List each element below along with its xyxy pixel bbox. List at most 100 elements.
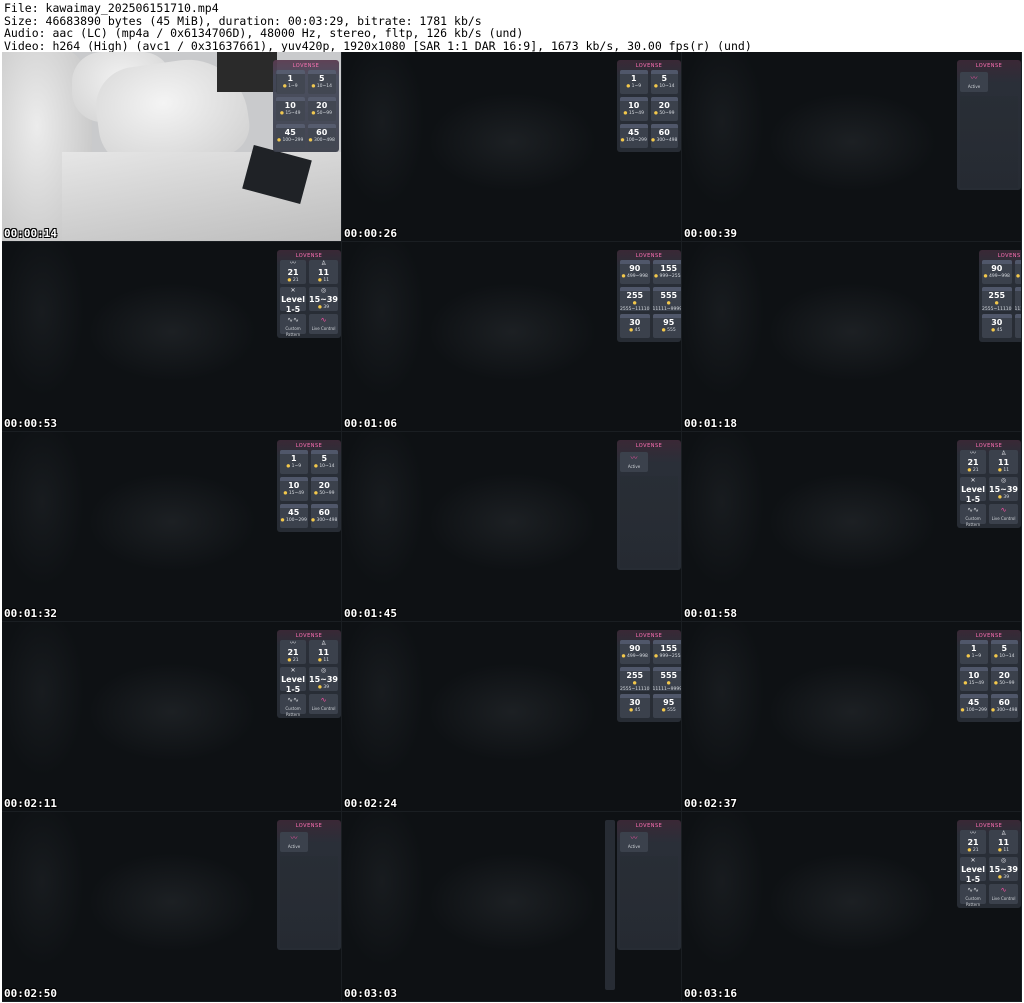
level-value: 5	[318, 74, 325, 83]
level-cell: 60300~498	[990, 694, 1018, 718]
level-value: 255	[626, 671, 644, 680]
special-cell: 〰2121	[960, 830, 987, 854]
token-range: 50~99	[308, 111, 337, 117]
lovense-panel: LOVENSE11~9510~141015~492050~9945100~299…	[617, 60, 681, 152]
video-thumbnail: LOVENSE〰2121♙1111✕Level 1-531◎15~3939∿∿C…	[2, 242, 342, 432]
special-value: 15~39	[989, 865, 1018, 874]
brand-label: LOVENSE	[635, 253, 663, 259]
video-thumbnail: LOVENSE〰2121♙1111✕Level 1-531◎15~3939∿∿C…	[2, 622, 342, 812]
video-thumbnail: LOVENSE 〰 Active 00:01:45	[342, 432, 682, 622]
level-cell: 3045	[620, 314, 650, 338]
special-tokens: 11	[989, 468, 1018, 474]
special-value: 15~39	[309, 675, 338, 684]
level-cell: 1015~49	[620, 97, 648, 121]
token-range: 1~9	[280, 464, 308, 470]
level-value: 60	[316, 128, 328, 137]
level-value: 95	[663, 698, 675, 707]
wave-icon: 〰	[630, 834, 638, 842]
token-range: 100~299	[280, 518, 308, 524]
brand-label: LOVENSE	[295, 253, 323, 259]
pattern-icon: ∿∿	[967, 506, 979, 514]
command-icon: ✕	[970, 477, 976, 484]
timestamp-label: 00:01:18	[684, 417, 737, 430]
timestamp-label: 00:02:50	[4, 987, 57, 1000]
level-cell: 11~9	[276, 70, 305, 94]
brand-label: LOVENSE	[635, 823, 663, 829]
token-range: 100~299	[276, 138, 305, 144]
active-label: Active	[627, 464, 641, 469]
panel-body	[620, 476, 678, 568]
video-thumbnail: LOVENSE11~9510~141015~492050~9945100~299…	[2, 432, 342, 622]
live-control-icon: ∿	[320, 316, 327, 324]
video-thumbnail: LOVENSE 〰 Active 00:00:39	[682, 52, 1022, 242]
live-control-label: Live Control	[991, 896, 1016, 901]
special-tokens: 21	[960, 848, 986, 854]
active-pattern-card: 〰 Active	[960, 72, 988, 92]
video-thumbnail: LOVENSE90499~998155999~25542552555~11110…	[682, 242, 1022, 432]
level-value: 20	[318, 481, 330, 490]
level-cell: 1015~49	[276, 97, 305, 121]
level-value: 20	[658, 101, 670, 110]
token-range: 10~14	[991, 654, 1019, 660]
special-tokens: 21	[960, 468, 986, 474]
token-range: 499~998	[982, 274, 1012, 280]
custom-pattern-label: Custom Pattern	[285, 706, 301, 717]
token-range: 10~14	[651, 84, 679, 90]
level-cell: 55511111~99999	[1014, 287, 1021, 312]
lovense-panel: LOVENSE〰2121♙1111✕Level 1-531◎15~3939∿∿C…	[277, 630, 341, 718]
level-value: 5	[661, 74, 668, 83]
level-value: 5	[1001, 644, 1008, 653]
brand-label: LOVENSE	[975, 443, 1003, 449]
timestamp-label: 00:01:32	[4, 607, 57, 620]
special-cell: ♙1111	[989, 830, 1018, 854]
custom-pattern-label: Custom Pattern	[965, 896, 981, 907]
special-tokens: 21	[280, 658, 306, 664]
level-value: 90	[991, 264, 1003, 273]
token-range: 300~498	[651, 138, 679, 144]
level-value: 555	[1015, 291, 1021, 301]
level-cell: 155999~2554	[652, 640, 681, 664]
brand-label: LOVENSE	[635, 633, 663, 639]
token-range: 45	[620, 328, 650, 334]
token-range: 15~49	[620, 111, 648, 117]
timestamp-label: 00:03:03	[344, 987, 397, 1000]
lovense-panel: LOVENSE 〰 Active	[957, 60, 1021, 190]
special-value: Level 1-5	[281, 675, 305, 694]
panel-body	[280, 856, 338, 948]
special-tokens: 11	[309, 278, 338, 284]
live-control-icon: ∿	[1000, 886, 1007, 894]
wave-icon: 〰	[970, 74, 978, 82]
timestamp-label: 00:02:24	[344, 797, 397, 810]
level-value: 45	[968, 698, 980, 707]
level-cell: 2050~99	[990, 667, 1019, 691]
command-icon: ✕	[290, 667, 296, 674]
lovense-panel: LOVENSE11~9510~141015~492050~9945100~299…	[957, 630, 1021, 722]
level-grid: 11~9510~141015~492050~9945100~29960300~4…	[276, 70, 336, 148]
level-cell: 1015~49	[280, 477, 308, 501]
level-value: 1	[970, 644, 977, 653]
special-value: 21	[967, 838, 979, 847]
level-cell: 90499~998	[620, 260, 650, 284]
level-grid: 90499~998155999~25542552555~111105551111…	[620, 260, 681, 338]
special-cell: ✕Level 1-531	[960, 477, 987, 510]
special-cell: 〰2121	[960, 450, 987, 474]
special-tokens: 39	[989, 495, 1018, 501]
lovense-panel: LOVENSE11~9510~141015~492050~9945100~299…	[277, 440, 341, 532]
level-value: 155	[1015, 264, 1021, 274]
special-cell: ✕Level 1-531	[280, 287, 307, 320]
timestamp-label: 00:02:11	[4, 797, 57, 810]
level-cell: 510~14	[307, 70, 336, 94]
special-value: Level 1-5	[961, 485, 985, 504]
brand-label: LOVENSE	[997, 253, 1022, 259]
token-range: 50~99	[991, 681, 1019, 687]
video-thumbnail: LOVENSE11~9510~141015~492050~9945100~299…	[342, 52, 682, 242]
token-range: 2555~11110	[620, 681, 650, 693]
token-range: 300~498	[308, 138, 337, 144]
command-icon: 〰	[970, 830, 977, 837]
level-cell: 45100~299	[620, 124, 648, 148]
level-grid: 〰2121♙1111✕Level 1-531◎15~3939∿∿Custom P…	[960, 450, 1018, 527]
token-range: 10~14	[311, 464, 339, 470]
level-cell: 11~9	[620, 70, 648, 94]
pattern-icon: ∿∿	[967, 886, 979, 894]
level-value: 20	[998, 671, 1010, 680]
